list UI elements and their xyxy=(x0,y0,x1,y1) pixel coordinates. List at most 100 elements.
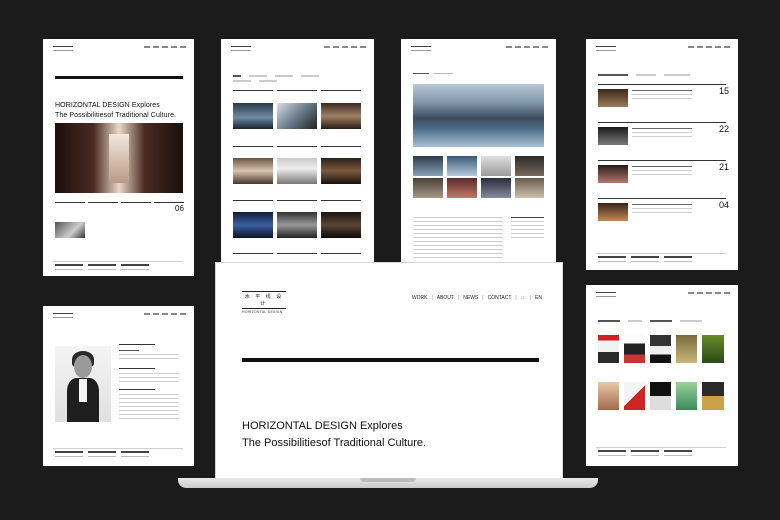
card-rule xyxy=(88,202,118,203)
project-thumbnail[interactable] xyxy=(233,158,273,184)
hero-image[interactable] xyxy=(55,123,183,193)
magazine-cover[interactable] xyxy=(598,382,619,410)
main-nav[interactable] xyxy=(506,46,548,48)
footer-divider xyxy=(53,448,183,449)
news-page-preview: 15 22 21 04 xyxy=(586,39,738,270)
gallery-thumbnail[interactable] xyxy=(515,156,544,176)
gallery-thumbnail[interactable] xyxy=(447,178,477,198)
card-rule xyxy=(277,146,317,147)
project-thumbnail[interactable] xyxy=(321,212,361,238)
logo-glyphs: 水 平 线 设 计 xyxy=(242,291,286,309)
news-date: 04 xyxy=(719,200,730,210)
category-tabs[interactable] xyxy=(233,75,319,77)
gallery-thumbnail[interactable] xyxy=(447,156,477,176)
card-rule xyxy=(321,253,361,254)
project-thumbnail[interactable] xyxy=(277,158,317,184)
footer-column xyxy=(631,256,659,265)
card-rule xyxy=(321,90,361,91)
hero-headline: HORIZONTAL DESIGN Explores The Possibili… xyxy=(242,418,426,452)
site-logo[interactable] xyxy=(596,292,616,297)
news-thumbnail[interactable] xyxy=(598,203,628,221)
news-divider xyxy=(598,160,726,161)
site-logo[interactable] xyxy=(411,46,431,51)
designer-portrait xyxy=(55,346,111,422)
news-tabs[interactable] xyxy=(598,74,690,76)
publication-tabs[interactable] xyxy=(598,320,702,322)
project-hero-image[interactable] xyxy=(413,84,544,147)
magazine-cover[interactable] xyxy=(650,382,671,410)
main-nav[interactable] xyxy=(144,313,186,315)
gallery-thumbnail[interactable] xyxy=(515,178,544,198)
project-thumbnail[interactable] xyxy=(321,158,361,184)
nav-news[interactable]: NEWS xyxy=(463,295,478,302)
news-thumbnail[interactable] xyxy=(598,127,628,145)
footer-divider xyxy=(596,253,726,254)
magazine-cover[interactable] xyxy=(676,335,697,363)
magazine-cover[interactable] xyxy=(650,335,671,363)
card-rule xyxy=(277,200,317,201)
home-page-preview: HORIZONTAL DESIGN Explores The Possibili… xyxy=(43,39,194,276)
news-thumbnail[interactable] xyxy=(598,165,628,183)
magazine-cover[interactable] xyxy=(676,382,697,410)
card-rule xyxy=(233,200,273,201)
footer-divider xyxy=(596,447,726,448)
news-thumbnail[interactable] xyxy=(598,89,628,107)
nav-work[interactable]: WORK xyxy=(412,295,428,302)
hero-headline-line2: The Possibilitiesof Traditional Culture. xyxy=(55,112,177,119)
awards-list xyxy=(119,394,179,422)
card-rule xyxy=(233,146,273,147)
lang-zh[interactable]: 中 xyxy=(521,295,526,302)
news-excerpt xyxy=(632,128,692,140)
news-date: 15 xyxy=(719,86,730,96)
project-thumbnail[interactable] xyxy=(277,212,317,238)
project-thumbnail[interactable] xyxy=(55,222,85,238)
card-rule xyxy=(233,90,273,91)
footer-column xyxy=(121,451,149,460)
project-subtitle-rule xyxy=(433,73,453,74)
footer-column xyxy=(598,450,626,459)
profile-page-preview xyxy=(43,306,194,466)
designer-bio xyxy=(119,350,179,362)
gallery-thumbnail[interactable] xyxy=(481,156,511,176)
project-thumbnail[interactable] xyxy=(233,103,273,129)
project-thumbnail[interactable] xyxy=(321,103,361,129)
main-nav[interactable] xyxy=(144,46,186,48)
works-page-preview xyxy=(221,39,374,276)
magazine-cover[interactable] xyxy=(598,335,619,363)
magazine-cover[interactable] xyxy=(702,335,724,363)
gallery-thumbnail[interactable] xyxy=(481,178,511,198)
gallery-thumbnail[interactable] xyxy=(413,178,443,198)
footer-column xyxy=(55,264,83,273)
project-info xyxy=(511,217,544,241)
nav-contact[interactable]: CONTACT xyxy=(488,295,512,302)
site-logo[interactable] xyxy=(231,46,251,51)
project-thumbnail[interactable] xyxy=(233,212,273,238)
laptop-screen: 水 平 线 设 计 HORIZONTAL DESIGN WORK | ABOUT… xyxy=(215,262,563,480)
news-excerpt xyxy=(632,90,692,102)
main-nav[interactable] xyxy=(688,46,730,48)
main-nav[interactable] xyxy=(324,46,366,48)
footer-column xyxy=(121,264,149,273)
project-thumbnail[interactable] xyxy=(277,103,317,129)
category-tabs[interactable] xyxy=(233,80,277,82)
site-logo[interactable] xyxy=(596,46,616,51)
footer-column xyxy=(598,256,626,265)
news-divider xyxy=(598,84,726,85)
magazine-cover[interactable] xyxy=(624,382,645,410)
site-logo[interactable]: 水 平 线 设 计 HORIZONTAL DESIGN xyxy=(242,291,286,314)
card-rule xyxy=(233,253,273,254)
magazine-cover[interactable] xyxy=(702,382,724,410)
card-rule xyxy=(321,146,361,147)
hero-divider xyxy=(55,76,183,79)
gallery-thumbnail[interactable] xyxy=(413,156,443,176)
main-nav[interactable] xyxy=(688,292,730,294)
news-divider xyxy=(598,122,726,123)
lang-en[interactable]: EN xyxy=(535,295,542,302)
hero-headline-line1: HORIZONTAL DESIGN Explores xyxy=(55,102,160,109)
nav-separator: | xyxy=(457,295,460,301)
site-logo[interactable] xyxy=(53,46,73,51)
magazine-cover[interactable] xyxy=(624,335,645,363)
nav-about[interactable]: ABOUT xyxy=(437,295,454,302)
footer-column xyxy=(664,256,692,265)
site-logo[interactable] xyxy=(53,313,73,318)
